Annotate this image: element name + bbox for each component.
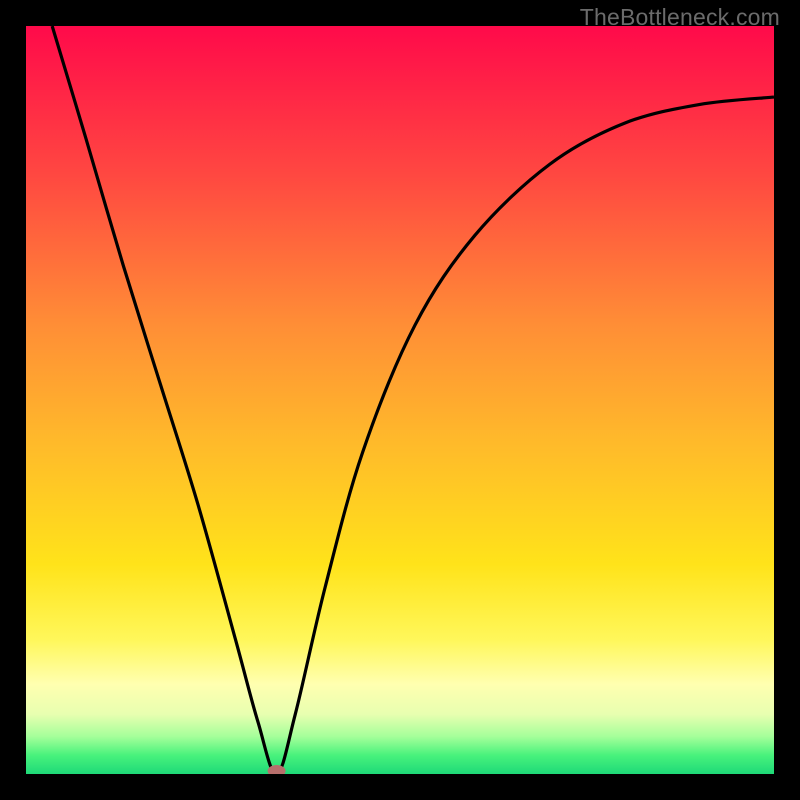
curve-layer bbox=[26, 26, 774, 774]
watermark-text: TheBottleneck.com bbox=[580, 4, 780, 31]
bottleneck-curve bbox=[52, 26, 774, 774]
chart-frame: TheBottleneck.com bbox=[0, 0, 800, 800]
plot-area bbox=[26, 26, 774, 774]
